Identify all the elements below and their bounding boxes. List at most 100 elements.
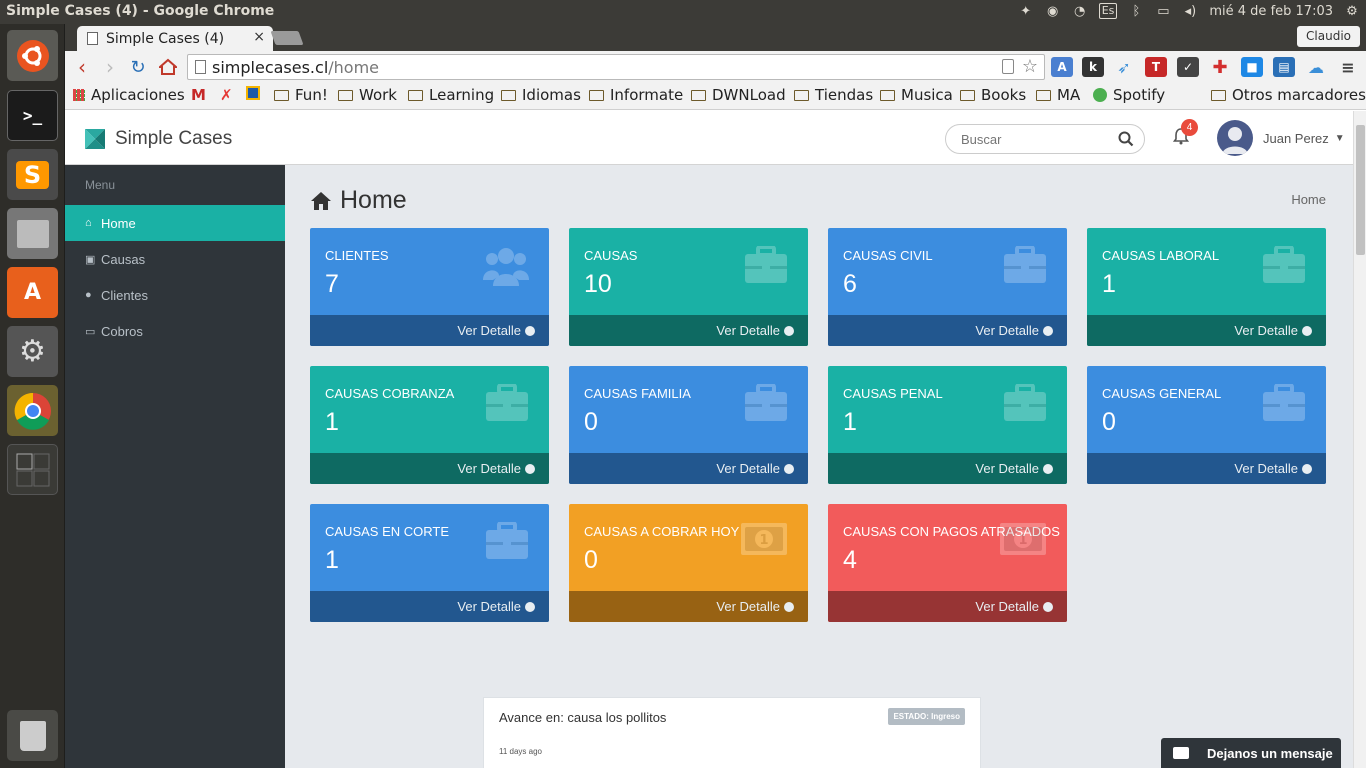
card-value: 1 (325, 408, 339, 436)
ubuntu-dash-icon[interactable] (7, 30, 58, 81)
battery-icon[interactable]: ▭ (1155, 2, 1171, 20)
sidebar-item-home[interactable]: ⌂ Home (65, 205, 285, 241)
stat-card-causas-a-cobrar-hoy[interactable]: CAUSAS A COBRAR HOY 0 1 Ver Detalle (569, 504, 808, 622)
ver-detalle-link[interactable]: Ver Detalle (310, 315, 549, 346)
bookmark-folder-idiomas[interactable]: Idiomas (501, 86, 581, 104)
trash-icon[interactable] (7, 710, 58, 761)
notifications-button[interactable]: 4 (1172, 119, 1198, 147)
bookmark-folder-work[interactable]: Work (338, 86, 397, 104)
chrome-launcher-icon[interactable] (7, 385, 58, 436)
brand[interactable]: Simple Cases (85, 128, 232, 150)
ver-detalle-link[interactable]: Ver Detalle (569, 453, 808, 484)
sidebar-item-cobros[interactable]: ▭ Cobros (65, 313, 285, 349)
stat-card-causas-penal[interactable]: CAUSAS PENAL 1 Ver Detalle (828, 366, 1067, 484)
pocket-extension-icon[interactable]: ✓ (1177, 57, 1199, 77)
delicious-extension-icon[interactable]: ■ (1241, 57, 1263, 77)
stat-card-clientes[interactable]: CLIENTES 7 Ver Detalle (310, 228, 549, 346)
file-manager-icon[interactable] (7, 208, 58, 259)
menu-icon[interactable]: ≡ (1337, 57, 1359, 77)
ver-detalle-link[interactable]: Ver Detalle (828, 453, 1067, 484)
wifi-icon[interactable]: ◔ (1072, 2, 1088, 20)
folder-icon (794, 89, 809, 101)
arrow-circle-icon (784, 464, 794, 474)
bluetooth-icon[interactable]: ᛒ (1128, 2, 1144, 20)
reload-icon[interactable]: ↻ (127, 56, 149, 78)
bookmark-star-icon[interactable]: ☆ (1022, 56, 1038, 77)
stat-card-causas-laboral[interactable]: CAUSAS LABORAL 1 Ver Detalle (1087, 228, 1326, 346)
tab-simple-cases[interactable]: Simple Cases (4) × (77, 26, 273, 51)
bookmark-folder-informate[interactable]: Informate (589, 86, 683, 104)
bookmark-folder-tiendas[interactable]: Tiendas (794, 86, 873, 104)
page-action-icon[interactable] (1002, 59, 1014, 74)
search-input[interactable] (946, 125, 1106, 153)
home-icon[interactable] (157, 56, 179, 78)
volume-icon[interactable]: ◂) (1182, 2, 1198, 20)
address-bar[interactable]: simplecases.cl/home ☆ (187, 54, 1045, 80)
print-extension-icon[interactable]: ▤ (1273, 57, 1295, 77)
new-tab-button[interactable] (270, 31, 304, 45)
bookmark-folder-learning[interactable]: Learning (408, 86, 494, 104)
bookmark-folder-books[interactable]: Books (960, 86, 1026, 104)
user-menu[interactable]: Juan Perez ▼ (1217, 120, 1345, 156)
cloud-extension-icon[interactable]: ☁ (1305, 57, 1327, 77)
arrow-circle-icon (1043, 602, 1053, 612)
stat-card-causas-en-corte[interactable]: CAUSAS EN CORTE 1 Ver Detalle (310, 504, 549, 622)
arrow-circle-icon (1043, 326, 1053, 336)
breadcrumb[interactable]: Home (1291, 192, 1326, 207)
chat-widget-button[interactable]: Dejanos un mensaje (1161, 738, 1341, 768)
svg-text:1: 1 (1018, 533, 1027, 548)
close-tab-icon[interactable]: × (253, 29, 265, 45)
sidebar-item-causas[interactable]: ▣ Causas (65, 241, 285, 277)
translate-extension-icon[interactable]: A (1051, 57, 1073, 77)
stat-card-causas-con-pagos-atrasados[interactable]: CAUSAS CON PAGOS ATRASADOS 4 1 Ver Detalle (828, 504, 1067, 622)
clock[interactable]: mié 4 de feb 17:03 (1209, 2, 1333, 20)
stat-card-causas-civil[interactable]: CAUSAS CIVIL 6 Ver Detalle (828, 228, 1067, 346)
ver-detalle-link[interactable]: Ver Detalle (828, 591, 1067, 622)
feather-extension-icon[interactable]: ➶ (1113, 57, 1135, 77)
gmail-icon[interactable]: M (191, 86, 206, 104)
scrollbar-thumb[interactable] (1356, 125, 1365, 255)
profile-button[interactable]: Claudio (1297, 26, 1360, 47)
page-info-icon[interactable] (195, 60, 206, 74)
stat-card-causas-general[interactable]: CAUSAS GENERAL 0 Ver Detalle (1087, 366, 1326, 484)
bookmark-folder-musica[interactable]: Musica (880, 86, 953, 104)
ver-detalle-link[interactable]: Ver Detalle (1087, 453, 1326, 484)
t-extension-icon[interactable]: T (1145, 57, 1167, 77)
search-icon[interactable] (1118, 131, 1134, 147)
bookmark-spotify[interactable]: Spotify (1093, 86, 1165, 104)
ver-detalle-link[interactable]: Ver Detalle (569, 591, 808, 622)
ver-detalle-link[interactable]: Ver Detalle (1087, 315, 1326, 346)
bookmark-folder-ma[interactable]: MA (1036, 86, 1080, 104)
bookmark-site-icon[interactable] (246, 86, 260, 100)
sidebar-item-clientes[interactable]: ● Clientes (65, 277, 285, 313)
page-scrollbar[interactable] (1353, 111, 1366, 768)
settings-gear-icon[interactable]: ⚙ (1344, 2, 1360, 20)
workspace-switcher-icon[interactable] (7, 444, 58, 495)
ver-detalle-link[interactable]: Ver Detalle (310, 591, 549, 622)
kindle-extension-icon[interactable]: k (1082, 57, 1104, 77)
plus-extension-icon[interactable]: ✚ (1209, 57, 1231, 78)
keyboard-layout-indicator[interactable]: Es (1098, 3, 1118, 19)
chrome-tray-icon[interactable]: ◉ (1045, 2, 1061, 20)
briefcase-icon: ▣ (85, 253, 96, 266)
software-center-icon[interactable]: A (7, 267, 58, 318)
bookmarks-bar: Aplicaciones M ✗ Fun! Work Learning Idio… (65, 83, 1366, 110)
x-icon[interactable]: ✗ (220, 86, 233, 104)
ver-detalle-link[interactable]: Ver Detalle (569, 315, 808, 346)
bookmark-folder-dwnload[interactable]: DWNLoad (691, 86, 786, 104)
back-arrow-icon[interactable]: ‹ (71, 55, 93, 79)
forward-arrow-icon[interactable]: › (99, 55, 121, 79)
bookmark-folder-fun[interactable]: Fun! (274, 86, 328, 104)
stat-card-causas[interactable]: CAUSAS 10 Ver Detalle (569, 228, 808, 346)
system-settings-icon[interactable]: ⚙ (7, 326, 58, 377)
ver-detalle-link[interactable]: Ver Detalle (828, 315, 1067, 346)
folder-icon (589, 89, 604, 101)
dropbox-icon[interactable]: ✦ (1018, 2, 1034, 20)
sublime-text-icon[interactable]: S (7, 149, 58, 200)
bookmark-aplicaciones[interactable]: Aplicaciones (73, 86, 185, 104)
stat-card-causas-cobranza[interactable]: CAUSAS COBRANZA 1 Ver Detalle (310, 366, 549, 484)
terminal-icon[interactable]: >_ (7, 90, 58, 141)
ver-detalle-link[interactable]: Ver Detalle (310, 453, 549, 484)
stat-card-causas-familia[interactable]: CAUSAS FAMILIA 0 Ver Detalle (569, 366, 808, 484)
bookmark-folder-otros[interactable]: Otros marcadores (1211, 86, 1366, 104)
